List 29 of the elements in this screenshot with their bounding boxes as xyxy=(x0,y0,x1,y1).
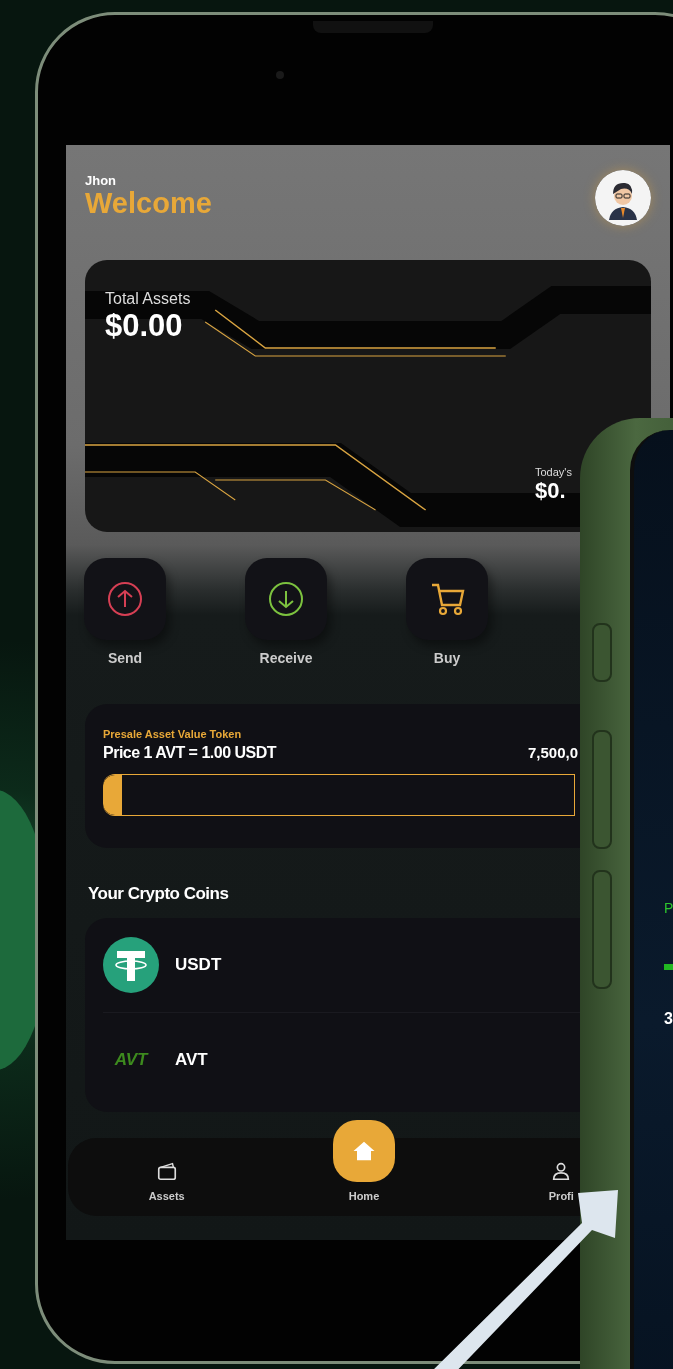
second-phone-heading: P xyxy=(664,900,673,916)
total-assets-label: Total Assets xyxy=(105,290,191,308)
tether-coin-icon xyxy=(103,937,159,993)
action-label: Buy xyxy=(433,650,461,666)
presale-title: Presale Asset Value Token xyxy=(103,728,243,740)
coin-symbol[interactable]: USDT xyxy=(175,955,222,975)
send-button[interactable] xyxy=(84,558,166,640)
price-text: Price 1 AVT = 1.00 USDT xyxy=(103,744,277,762)
supply-amount: 7,500,0 xyxy=(527,744,578,762)
today-value: $0. xyxy=(535,478,566,504)
avatar-icon[interactable] xyxy=(595,170,651,226)
coin-symbol[interactable]: AVT xyxy=(175,1050,208,1070)
camera-dot xyxy=(276,71,284,79)
wallet-icon xyxy=(155,1160,178,1182)
username: Jhon xyxy=(85,173,118,188)
second-phone-number: 3 xyxy=(664,1010,673,1028)
total-assets-value: $0.00 xyxy=(105,308,183,344)
action-label: Send xyxy=(107,650,143,666)
profile-tab[interactable]: Profi xyxy=(548,1138,574,1216)
buy-button[interactable] xyxy=(406,558,488,640)
coin-logo: AVT xyxy=(113,1050,150,1070)
section-title: Your Crypto Coins xyxy=(88,884,230,904)
action-label: Receive xyxy=(259,650,313,666)
level-bar xyxy=(664,964,673,970)
receive-button[interactable] xyxy=(245,558,327,640)
cart-icon xyxy=(429,581,465,617)
today-label: Today's xyxy=(535,466,572,478)
wallet-tab[interactable]: Assets xyxy=(148,1138,185,1216)
welcome-title: Welcome xyxy=(85,188,212,220)
